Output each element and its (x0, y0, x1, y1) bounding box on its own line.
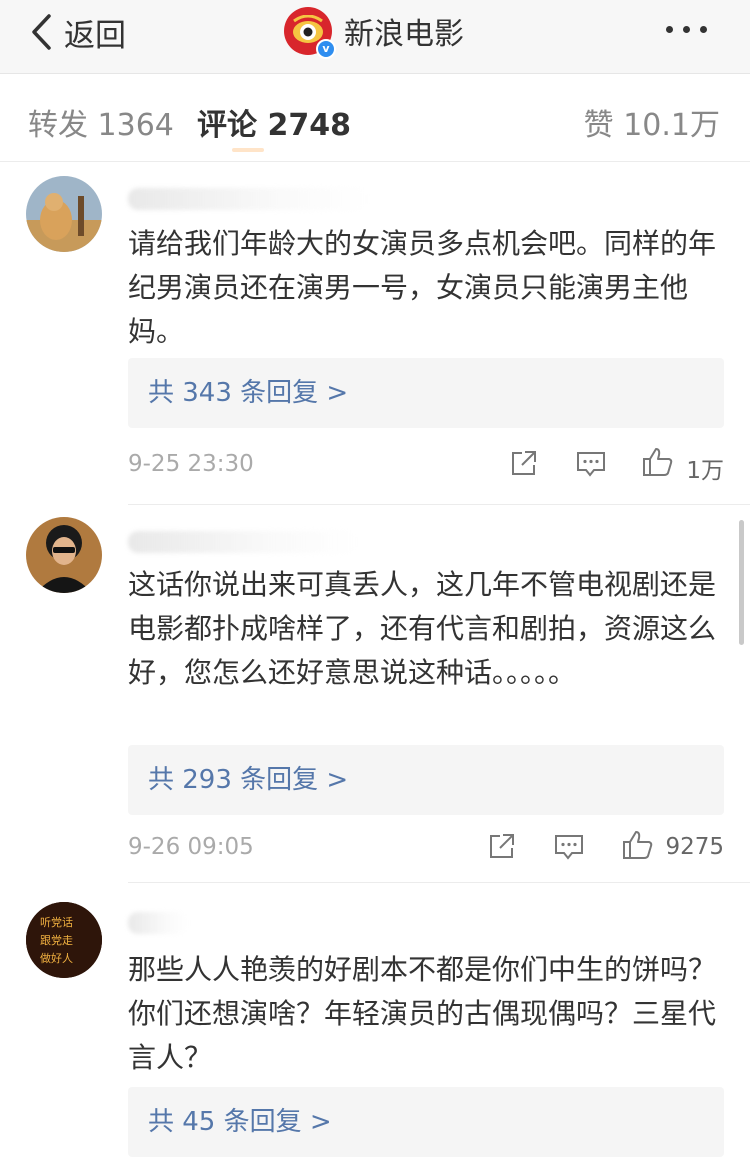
like-icon[interactable] (622, 830, 654, 860)
more-options-icon[interactable] (666, 26, 707, 33)
tab-comment[interactable]: 评论 2748 (197, 100, 351, 144)
active-tab-indicator (232, 148, 264, 152)
tab-repost[interactable]: 转发 1364 (28, 100, 174, 144)
comment-time: 9-26 09:05 (128, 834, 254, 860)
account-avatar[interactable]: v (284, 7, 336, 59)
divider (128, 882, 750, 883)
username-blurred[interactable] (128, 531, 358, 553)
view-replies-button[interactable]: 共 343 条回复 > (128, 358, 724, 428)
username-blurred[interactable] (128, 912, 188, 934)
interaction-tabs: 转发 1364 评论 2748 赞 10.1万 (0, 74, 750, 162)
comment-footer: 9-25 23:30 1万 (128, 447, 724, 484)
view-replies-button[interactable]: 共 45 条回复 > (128, 1087, 724, 1157)
svg-text:跟党走: 跟党走 (40, 934, 73, 947)
top-nav-bar: 返回 v 新浪电影 (0, 0, 750, 74)
share-icon[interactable] (488, 832, 516, 860)
comment-time: 9-25 23:30 (128, 451, 254, 477)
back-label: 返回 (64, 17, 126, 54)
avatar[interactable] (26, 176, 102, 252)
comment-text: 这话你说出来可真丢人，这几年不管电视剧还是电影都扑成啥样了，还有代言和剧拍，资源… (128, 568, 717, 689)
username-blurred[interactable] (128, 188, 368, 210)
divider (128, 504, 750, 505)
account-name: 新浪电影 (344, 17, 464, 52)
svg-text:做好人: 做好人 (40, 951, 73, 965)
account-header[interactable]: v 新浪电影 (284, 6, 464, 59)
comment-text: 请给我们年龄大的女演员多点机会吧。同样的年纪男演员还在演男一号，女演员只能演男主… (128, 227, 717, 348)
scrollbar[interactable] (739, 520, 744, 645)
reply-icon[interactable] (554, 833, 584, 861)
comment-text: 那些人人艳羡的好剧本不都是你们中生的饼吗？你们还想演啥？年轻演员的古偶现偶吗？三… (128, 953, 717, 1074)
like-count: 9275 (665, 834, 724, 860)
back-button[interactable]: 返回 (30, 10, 126, 54)
comment-footer: 9-26 09:05 9275 (128, 830, 724, 866)
verified-badge-icon: v (316, 39, 336, 59)
share-icon[interactable] (510, 449, 538, 477)
view-replies-button[interactable]: 共 293 条回复 > (128, 745, 724, 815)
chevron-left-icon (32, 14, 51, 50)
svg-text:听党话: 听党话 (40, 916, 73, 929)
avatar[interactable]: 听党话 跟党走 做好人 (26, 902, 102, 978)
like-icon[interactable] (642, 447, 674, 477)
reply-icon[interactable] (576, 450, 606, 478)
tab-like[interactable]: 赞 10.1万 (584, 100, 720, 144)
like-count: 1万 (686, 458, 724, 484)
avatar[interactable] (26, 517, 102, 593)
